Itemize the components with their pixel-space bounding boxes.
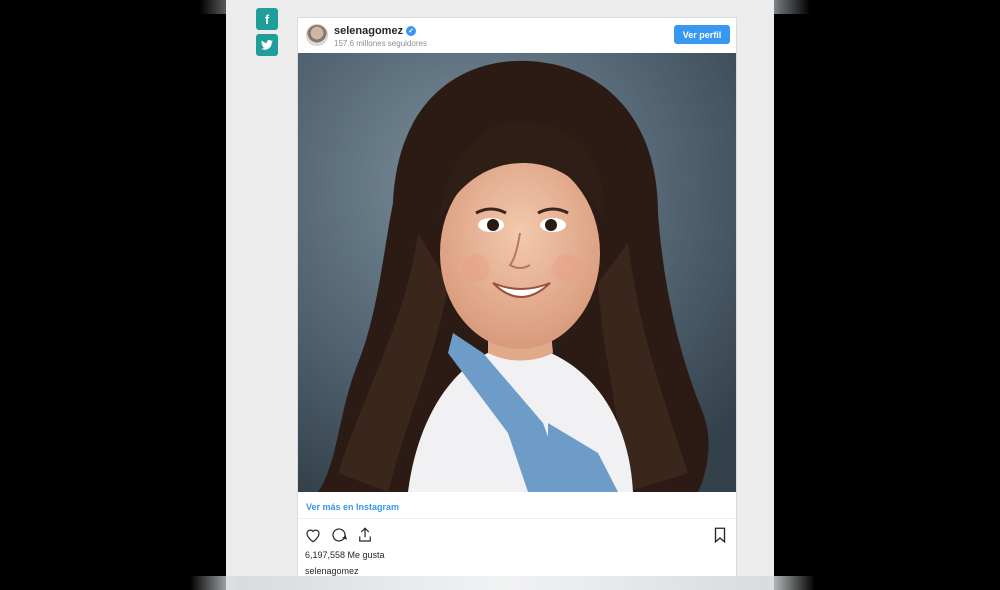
article-page: f selenagomez ✓ 157.6 millones seguidore… (226, 0, 774, 590)
instagram-embed: selenagomez ✓ 157.6 millones seguidores … (297, 17, 737, 590)
verified-badge-icon: ✓ (406, 26, 417, 36)
twitter-share-button[interactable] (256, 34, 278, 56)
facebook-share-button[interactable]: f (256, 8, 278, 30)
avatar[interactable] (306, 24, 328, 46)
view-profile-button[interactable]: Ver perfil (674, 25, 730, 44)
child-portrait-illustration (298, 53, 736, 492)
screenshot-stage: f selenagomez ✓ 157.6 millones seguidore… (0, 0, 1000, 590)
bookmark-icon[interactable] (712, 526, 728, 544)
heart-icon[interactable] (304, 526, 322, 544)
share-buttons: f (256, 8, 278, 60)
twitter-icon (261, 40, 273, 50)
like-count: 6,197,558 Me gusta (305, 550, 385, 560)
facebook-icon: f (264, 11, 270, 27)
post-actions (304, 526, 374, 544)
bottom-browser-edge (190, 576, 815, 590)
comment-icon[interactable] (330, 526, 348, 544)
profile-username[interactable]: selenagomez ✓ (334, 25, 417, 37)
divider (298, 518, 736, 519)
caption-username[interactable]: selenagomez (305, 566, 359, 576)
embed-header: selenagomez ✓ 157.6 millones seguidores … (298, 18, 736, 53)
view-more-on-instagram-link[interactable]: Ver más en Instagram (306, 502, 399, 512)
username-text[interactable]: selenagomez (334, 25, 403, 37)
follower-count: 157.6 millones seguidores (334, 39, 427, 48)
share-icon[interactable] (356, 526, 374, 544)
post-photo[interactable] (298, 53, 736, 492)
